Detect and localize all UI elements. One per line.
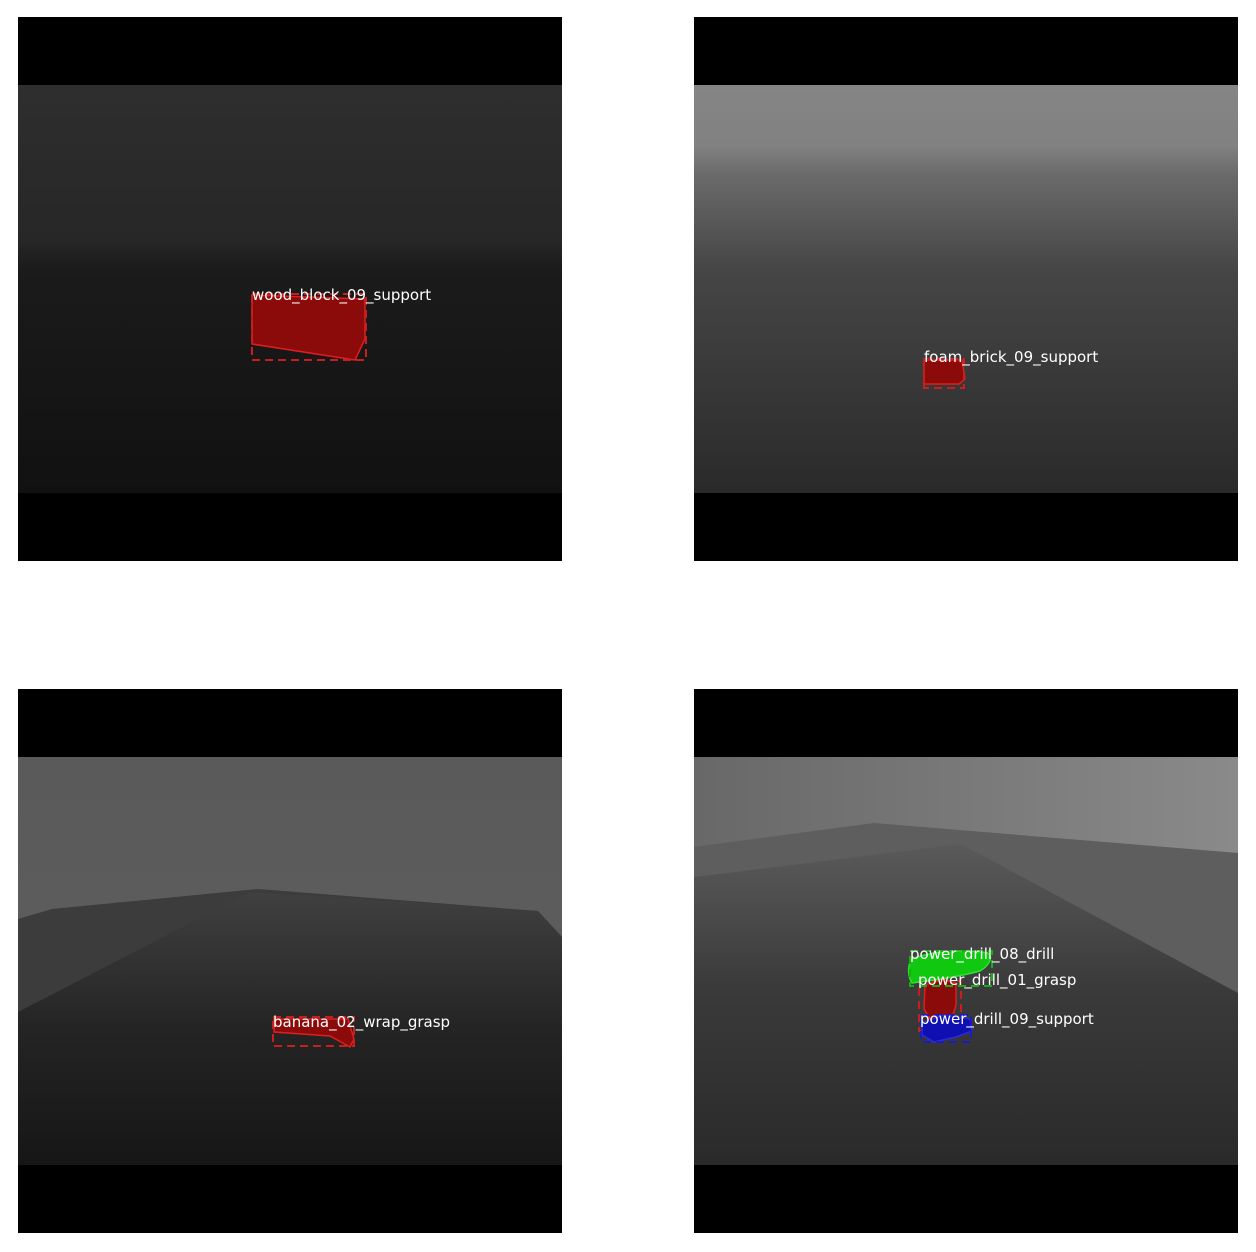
object-label: banana_02_wrap_grasp [273, 1013, 451, 1031]
object-label-support: power_drill_09_support [920, 1010, 1094, 1028]
depth-image-3 [18, 757, 562, 1165]
image-panel-1: wood_block_09_support [18, 17, 562, 561]
object-label: foam_brick_09_support [924, 348, 1099, 366]
depth-image-2 [694, 85, 1238, 493]
depth-scene-area [694, 85, 1238, 493]
image-panel-3: banana_02_wrap_grasp [18, 689, 562, 1233]
object-label-grasp: power_drill_01_grasp [918, 971, 1077, 989]
image-panel-4: power_drill_08_drill power_drill_01_gras… [694, 689, 1238, 1233]
image-panel-2: foam_brick_09_support [694, 17, 1238, 561]
object-label: wood_block_09_support [252, 286, 432, 304]
object-label-drill: power_drill_08_drill [910, 945, 1055, 963]
